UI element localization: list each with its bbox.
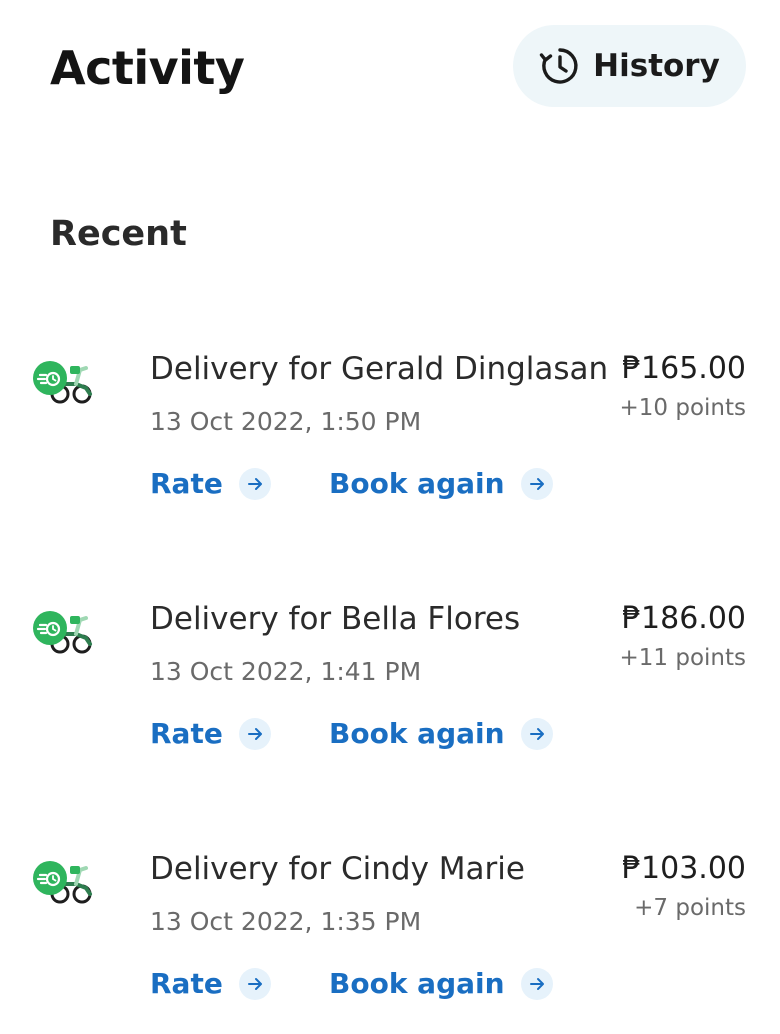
activity-title: Delivery for Cindy Marie <box>150 851 525 887</box>
delivery-scooter-icon <box>32 358 100 404</box>
activity-amount: ₱103.00 <box>621 851 746 886</box>
activity-amount: ₱186.00 <box>621 601 746 636</box>
history-button[interactable]: History <box>513 25 746 107</box>
arrow-right-icon <box>520 718 553 750</box>
activity-amount: ₱165.00 <box>621 351 746 386</box>
book-again-button[interactable]: Book again <box>329 464 553 504</box>
activity-item[interactable]: Delivery for Bella Flores 13 Oct 2022, 1… <box>0 584 780 784</box>
activity-item[interactable]: Delivery for Cindy Marie 13 Oct 2022, 1:… <box>0 834 780 1034</box>
book-again-button[interactable]: Book again <box>329 964 553 1004</box>
arrow-right-icon <box>520 968 553 1000</box>
activity-date: 13 Oct 2022, 1:41 PM <box>150 657 422 686</box>
rate-label: Rate <box>150 717 223 750</box>
activity-date: 13 Oct 2022, 1:50 PM <box>150 407 422 436</box>
history-clock-icon <box>539 45 581 87</box>
activity-title: Delivery for Gerald Dinglasan <box>150 351 609 387</box>
activity-item[interactable]: Delivery for Gerald Dinglasan 13 Oct 202… <box>0 334 780 534</box>
book-again-label: Book again <box>329 967 505 1000</box>
rate-label: Rate <box>150 467 223 500</box>
arrow-right-icon <box>520 468 553 500</box>
delivery-scooter-icon <box>32 608 100 654</box>
rate-button[interactable]: Rate <box>150 464 271 504</box>
activity-points: +11 points <box>619 645 747 671</box>
book-again-label: Book again <box>329 717 505 750</box>
activity-points: +10 points <box>619 395 747 421</box>
history-label: History <box>593 48 720 84</box>
book-again-label: Book again <box>329 467 505 500</box>
activity-points: +7 points <box>634 895 746 921</box>
arrow-right-icon <box>238 718 271 750</box>
activity-title: Delivery for Bella Flores <box>150 601 521 637</box>
section-title-recent: Recent <box>50 214 187 254</box>
arrow-right-icon <box>238 468 271 500</box>
rate-button[interactable]: Rate <box>150 964 271 1004</box>
book-again-button[interactable]: Book again <box>329 714 553 754</box>
page-title: Activity <box>50 41 245 95</box>
delivery-scooter-icon <box>32 858 100 904</box>
activity-date: 13 Oct 2022, 1:35 PM <box>150 907 422 936</box>
arrow-right-icon <box>238 968 271 1000</box>
rate-label: Rate <box>150 967 223 1000</box>
rate-button[interactable]: Rate <box>150 714 271 754</box>
